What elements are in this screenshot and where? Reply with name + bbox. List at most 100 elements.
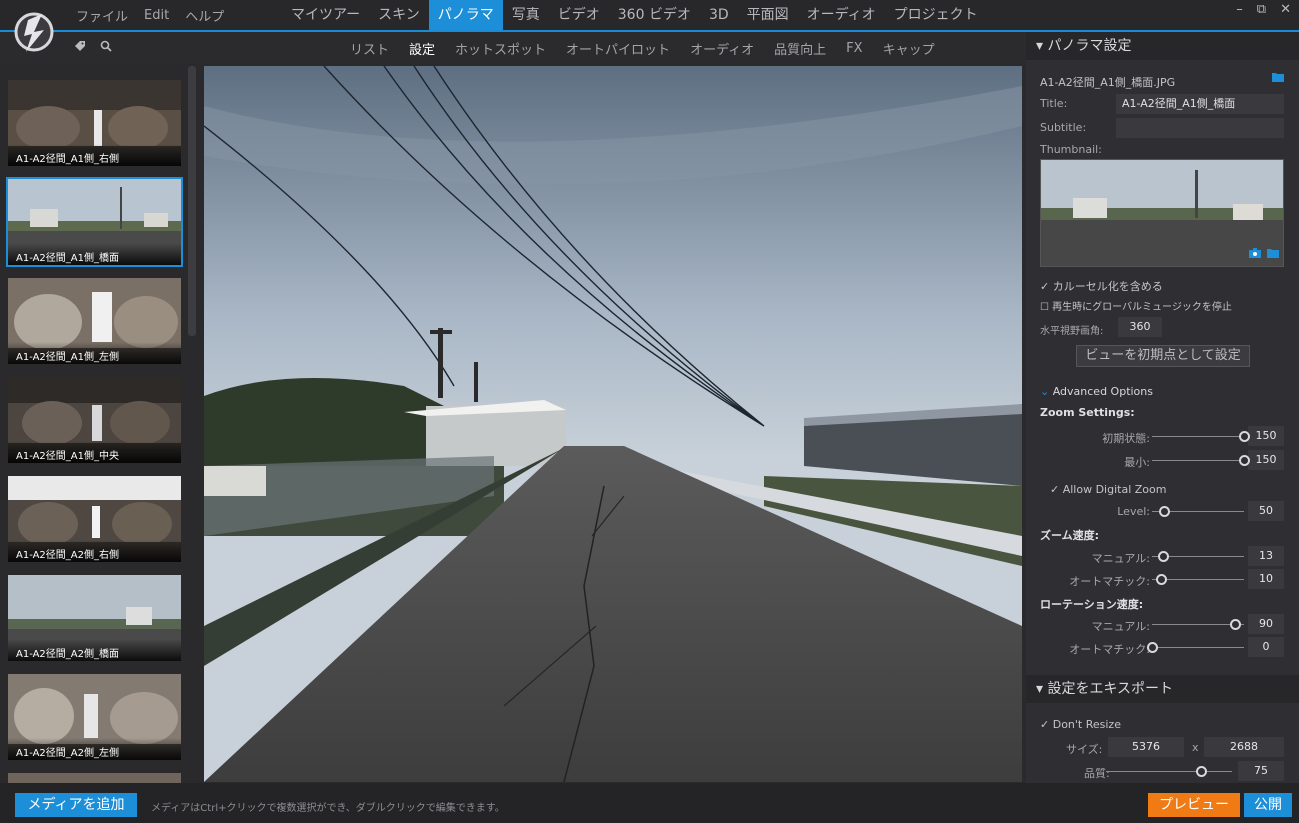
zoom-initial-slider[interactable] <box>1152 436 1244 437</box>
size-separator: x <box>1192 741 1199 754</box>
close-icon[interactable]: ✕ <box>1280 2 1291 17</box>
slider-knob[interactable] <box>1158 551 1170 562</box>
minimize-icon[interactable]: – <box>1236 2 1243 17</box>
export-settings-header[interactable]: ▾ 設定をエキスポート <box>1026 675 1299 703</box>
file-name: A1-A2径間_A1側_橋面.JPG <box>1040 76 1176 89</box>
subtitle-input[interactable] <box>1116 118 1284 138</box>
title-input[interactable]: A1-A2径間_A1側_橋面 <box>1116 94 1284 114</box>
level-input[interactable]: 50 <box>1248 501 1284 521</box>
panorama-thumbnail[interactable]: A1-A2径間_A2側_橋面 <box>6 573 183 663</box>
add-media-button[interactable]: メディアを追加 <box>15 793 137 817</box>
tab-video[interactable]: ビデオ <box>549 0 609 30</box>
tab-360-video[interactable]: 360 ビデオ <box>609 0 700 30</box>
checkbox-empty-icon: ☐ <box>1040 302 1049 313</box>
tag-icon[interactable] <box>74 40 86 55</box>
hfov-input[interactable]: 360 <box>1118 317 1162 337</box>
tab-3d[interactable]: 3D <box>700 0 738 30</box>
main-menu: ファイル Edit ヘルプ <box>68 0 232 30</box>
quality-slider[interactable] <box>1106 771 1232 772</box>
list-scrollbar[interactable] <box>188 66 196 336</box>
hfov-label: 水平視野画角: <box>1040 326 1104 337</box>
panorama-thumbnail-selected[interactable]: A1-A2径間_A1側_橋面 <box>6 177 183 267</box>
panorama-thumbnail[interactable]: A1-A2径間_A1側_中央 <box>6 375 183 465</box>
menu-help[interactable]: ヘルプ <box>177 6 232 25</box>
publish-button[interactable]: 公開 <box>1244 793 1292 817</box>
subtab-list[interactable]: リスト <box>340 39 399 58</box>
tab-floorplan[interactable]: 平面図 <box>738 0 798 30</box>
subtab-autopilot[interactable]: オートパイロット <box>556 39 680 58</box>
zoom-manual-input[interactable]: 13 <box>1248 546 1284 566</box>
panorama-thumbnail[interactable]: A1-A2径間_A2側_右側 <box>6 474 183 564</box>
rotation-auto-slider[interactable] <box>1152 647 1244 648</box>
zoom-auto-input[interactable]: 10 <box>1248 569 1284 589</box>
rotation-manual-input[interactable]: 90 <box>1248 614 1284 634</box>
subtab-hotspot[interactable]: ホットスポット <box>445 39 556 58</box>
slider-knob[interactable] <box>1158 506 1170 517</box>
panorama-viewer[interactable] <box>204 66 1022 782</box>
rotation-manual-label: マニュアル: <box>1091 620 1150 633</box>
thumbnail-label: A1-A2径間_A2側_橋面 <box>8 639 181 661</box>
tab-my-tour[interactable]: マイツアー <box>282 0 369 30</box>
main-tabs: マイツアー スキン パノラマ 写真 ビデオ 360 ビデオ 3D 平面図 オーデ… <box>282 0 987 30</box>
thumbnail-preview[interactable] <box>1040 159 1284 267</box>
app-logo <box>12 2 56 56</box>
preview-button[interactable]: プレビュー <box>1148 793 1240 817</box>
advanced-options-label: Advanced Options <box>1052 385 1153 398</box>
quality-label: 品質: <box>1084 767 1110 780</box>
set-initial-view-button[interactable]: ビューを初期点として設定 <box>1076 345 1250 367</box>
zoom-initial-input[interactable]: 150 <box>1248 426 1284 446</box>
size-label: サイズ: <box>1066 743 1103 756</box>
sub-tabs: リスト 設定 ホットスポット オートパイロット オーディオ 品質向上 FX キャ… <box>340 32 945 64</box>
zoom-min-slider[interactable] <box>1152 460 1244 461</box>
digital-zoom-checkbox[interactable]: ✓ Allow Digital Zoom <box>1050 483 1166 496</box>
zoom-min-input[interactable]: 150 <box>1248 450 1284 470</box>
slider-knob[interactable] <box>1147 642 1158 653</box>
height-input[interactable]: 2688 <box>1204 737 1284 757</box>
subtab-fx[interactable]: FX <box>836 41 872 56</box>
folder-icon[interactable] <box>1272 72 1284 85</box>
panorama-settings-header[interactable]: ▾ パノラマ設定 <box>1026 32 1299 60</box>
tab-panorama[interactable]: パノラマ <box>428 0 503 30</box>
thumbnail-label: A1-A2径間_A2側_右側 <box>8 540 181 562</box>
dont-resize-checkbox[interactable]: ✓ Don't Resize <box>1040 718 1121 731</box>
zoom-initial-label: 初期状態: <box>1102 432 1150 445</box>
folder-icon[interactable] <box>1267 243 1279 262</box>
subtab-settings[interactable]: 設定 <box>399 39 445 58</box>
tab-project[interactable]: プロジェクト <box>885 0 987 30</box>
menu-edit[interactable]: Edit <box>136 8 177 23</box>
zoom-speed-heading: ズーム速度: <box>1040 529 1100 542</box>
panorama-thumbnail[interactable]: A1-A2径間_A1側_左側 <box>6 276 183 366</box>
tab-skin[interactable]: スキン <box>369 0 429 30</box>
slider-knob[interactable] <box>1239 455 1250 466</box>
restore-icon[interactable]: ⧉ <box>1257 2 1266 17</box>
chevron-down-icon: ⌄ <box>1040 385 1050 398</box>
tab-photo[interactable]: 写真 <box>503 0 549 30</box>
search-icon[interactable] <box>100 40 112 55</box>
dont-resize-label: Don't Resize <box>1052 718 1121 731</box>
advanced-options-toggle[interactable]: ⌄ Advanced Options <box>1040 385 1153 398</box>
check-icon: ✓ <box>1040 280 1050 293</box>
width-input[interactable]: 5376 <box>1108 737 1184 757</box>
carousel-checkbox[interactable]: ✓ カルーセル化を含める <box>1040 278 1163 294</box>
stop-music-label: 再生時にグローバルミュージックを停止 <box>1052 302 1232 313</box>
stop-music-checkbox[interactable]: ☐ 再生時にグローバルミュージックを停止 <box>1040 298 1232 313</box>
slider-knob[interactable] <box>1239 431 1250 442</box>
subtab-quality[interactable]: 品質向上 <box>764 39 836 58</box>
zoom-settings-heading: Zoom Settings: <box>1040 406 1135 419</box>
quality-input[interactable]: 75 <box>1238 761 1284 781</box>
subtab-cap[interactable]: キャップ <box>873 39 945 58</box>
slider-knob[interactable] <box>1156 574 1168 585</box>
camera-icon[interactable] <box>1249 243 1261 262</box>
rotation-auto-input[interactable]: 0 <box>1248 637 1284 657</box>
menu-file[interactable]: ファイル <box>68 6 136 25</box>
panorama-thumbnail[interactable]: A1-A2径間_A2側_左側 <box>6 672 183 762</box>
panorama-thumbnail[interactable]: A1-A2径間_A1側_右側 <box>6 78 183 168</box>
subtab-audio[interactable]: オーディオ <box>680 39 764 58</box>
level-label: Level: <box>1117 505 1150 518</box>
tab-audio[interactable]: オーディオ <box>798 0 885 30</box>
bottom-bar: メディアを追加 メディアはCtrl+クリックで複数選択ができ、ダブルクリックで編… <box>0 783 1299 823</box>
panorama-thumbnail[interactable] <box>6 771 183 783</box>
slider-knob[interactable] <box>1195 766 1207 777</box>
slider-knob[interactable] <box>1229 619 1241 630</box>
thumbnail-label: A1-A2径間_A1側_中央 <box>8 441 181 463</box>
